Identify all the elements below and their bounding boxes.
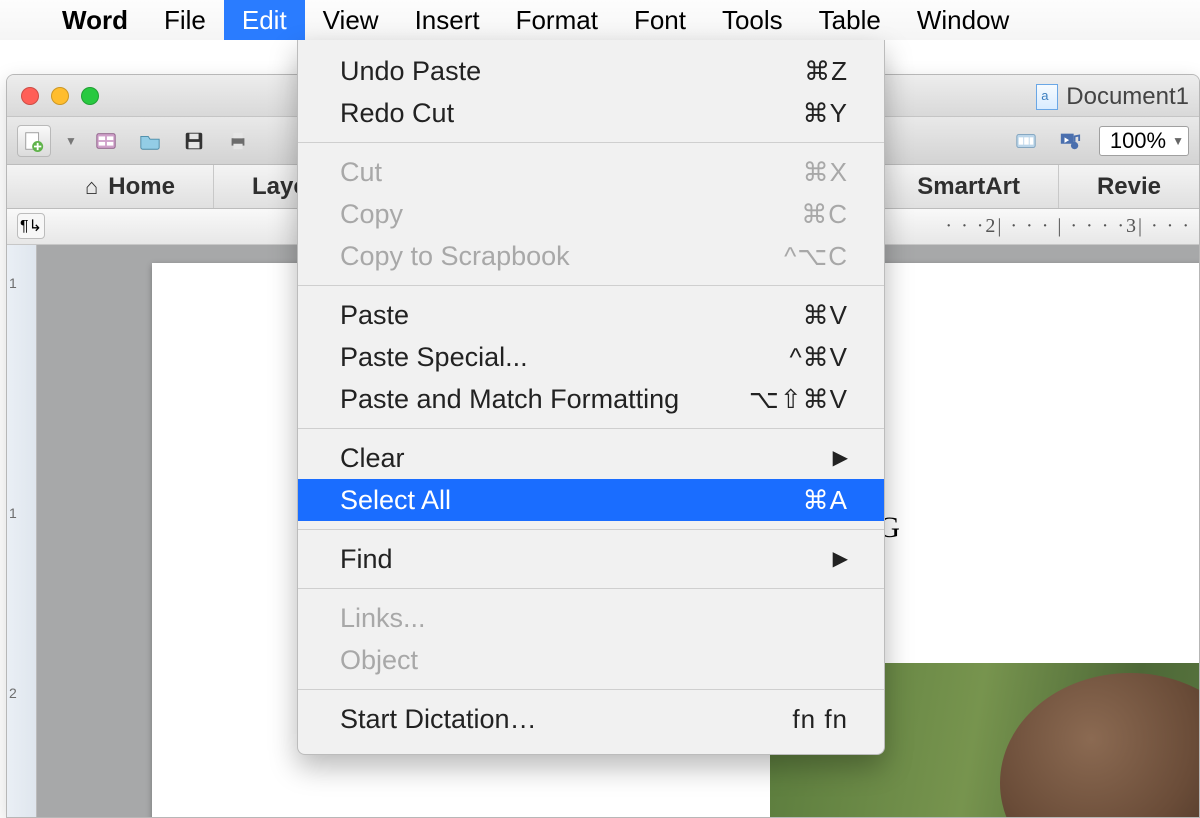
menu-item-shortcut: ⌘X — [803, 155, 848, 189]
menu-item-redo-cut[interactable]: Redo Cut ⌘Y — [298, 92, 884, 134]
traffic-minimize-icon[interactable] — [51, 87, 69, 105]
menu-item-copy: Copy ⌘C — [298, 193, 884, 235]
chevron-down-icon: ▼ — [1172, 134, 1184, 148]
menu-item-shortcut: fn fn — [792, 702, 848, 736]
menu-item-paste-special[interactable]: Paste Special... ^⌘V — [298, 336, 884, 378]
menu-item-find[interactable]: Find ▶ — [298, 538, 884, 580]
templates-icon — [95, 130, 117, 152]
save-button[interactable] — [179, 125, 209, 157]
menu-item-copy-to-scrapbook: Copy to Scrapbook ^⌥C — [298, 235, 884, 277]
media-icon — [1059, 130, 1081, 152]
folder-open-icon — [139, 130, 161, 152]
menu-item-shortcut: ⌘C — [801, 197, 848, 231]
menubar-font[interactable]: Font — [616, 0, 704, 40]
menu-separator — [298, 142, 884, 143]
menu-item-label: Copy — [340, 197, 403, 231]
new-page-icon — [23, 130, 45, 152]
menubar-table[interactable]: Table — [801, 0, 899, 40]
menubar-edit[interactable]: Edit — [224, 0, 305, 40]
menubar-file[interactable]: File — [146, 0, 224, 40]
menu-item-start-dictation[interactable]: Start Dictation… fn fn — [298, 698, 884, 740]
menu-item-shortcut: ^⌥C — [784, 239, 848, 273]
menu-item-shortcut: ⌥⇧⌘V — [749, 382, 848, 416]
menu-item-shortcut: ⌘A — [803, 483, 848, 517]
menu-item-label: Undo Paste — [340, 54, 481, 88]
menu-separator — [298, 689, 884, 690]
menu-item-shortcut: ⌘V — [803, 298, 848, 332]
menubar-window[interactable]: Window — [899, 0, 1027, 40]
menu-item-label: Start Dictation… — [340, 702, 537, 736]
zoom-control[interactable]: 100% ▼ — [1099, 126, 1189, 156]
menu-item-select-all[interactable]: Select All ⌘A — [298, 479, 884, 521]
menu-item-shortcut: ⌘Y — [803, 96, 848, 130]
edit-dropdown-menu: Undo Paste ⌘Z Redo Cut ⌘Y Cut ⌘X Copy ⌘C Copy to… — [297, 40, 885, 755]
menu-item-clear[interactable]: Clear ▶ — [298, 437, 884, 479]
gallery-button[interactable] — [1011, 125, 1041, 157]
menu-separator — [298, 428, 884, 429]
menu-separator — [298, 588, 884, 589]
tab-home[interactable]: Home — [47, 165, 214, 208]
tab-smartart[interactable]: SmartArt — [879, 165, 1059, 208]
gallery-icon — [1015, 130, 1037, 152]
menu-item-object: Object — [298, 639, 884, 681]
print-button[interactable] — [223, 125, 253, 157]
menubar-format[interactable]: Format — [498, 0, 616, 40]
paragraph-direction-button[interactable]: ¶↳ — [17, 213, 45, 239]
printer-icon — [227, 130, 249, 152]
menu-separator — [298, 529, 884, 530]
menu-item-label: Select All — [340, 483, 451, 517]
menu-separator — [298, 285, 884, 286]
photo-subject-head — [1000, 673, 1200, 818]
menu-item-label: Clear — [340, 441, 405, 475]
floppy-disk-icon — [183, 130, 205, 152]
menubar-insert[interactable]: Insert — [397, 0, 498, 40]
menu-item-label: Paste and Match Formatting — [340, 382, 679, 416]
menu-item-label: Object — [340, 643, 418, 677]
submenu-arrow-icon: ▶ — [833, 542, 848, 576]
menubar-view[interactable]: View — [305, 0, 397, 40]
menu-item-label: Copy to Scrapbook — [340, 239, 570, 273]
media-button[interactable] — [1055, 125, 1085, 157]
ruler-tick: 1 — [9, 505, 17, 521]
submenu-arrow-icon: ▶ — [833, 441, 848, 475]
traffic-zoom-icon[interactable] — [81, 87, 99, 105]
document-file-icon — [1036, 84, 1058, 110]
menu-item-undo-paste[interactable]: Undo Paste ⌘Z — [298, 50, 884, 92]
menu-item-links: Links... — [298, 597, 884, 639]
open-button[interactable] — [135, 125, 165, 157]
menu-item-label: Paste Special... — [340, 340, 528, 374]
menu-item-paste-and-match-formatting[interactable]: Paste and Match Formatting ⌥⇧⌘V — [298, 378, 884, 420]
ruler-tick: 2 — [9, 685, 17, 701]
menu-item-label: Find — [340, 542, 393, 576]
menu-item-label: Redo Cut — [340, 96, 454, 130]
traffic-close-icon[interactable] — [21, 87, 39, 105]
menu-item-shortcut: ⌘Z — [804, 54, 848, 88]
menu-item-label: Links... — [340, 601, 426, 635]
menu-item-label: Paste — [340, 298, 409, 332]
menu-item-label: Cut — [340, 155, 382, 189]
tab-review[interactable]: Revie — [1059, 165, 1199, 208]
mac-menubar: Word File Edit View Insert Format Font T… — [0, 0, 1200, 40]
new-document-button[interactable] — [17, 125, 51, 157]
menubar-app[interactable]: Word — [44, 0, 146, 40]
menu-item-shortcut: ^⌘V — [789, 340, 848, 374]
menu-item-paste[interactable]: Paste ⌘V — [298, 294, 884, 336]
horizontal-ruler-fragment: · · ·2| · · · | · · · ·3| · · · — [945, 215, 1191, 238]
vertical-ruler: 1 1 2 — [7, 245, 37, 817]
menu-item-cut: Cut ⌘X — [298, 151, 884, 193]
window-title: Document1 — [1066, 83, 1189, 111]
ruler-tick: 1 — [9, 275, 17, 291]
templates-button[interactable] — [91, 125, 121, 157]
menubar-tools[interactable]: Tools — [704, 0, 801, 40]
zoom-value: 100% — [1110, 128, 1166, 154]
